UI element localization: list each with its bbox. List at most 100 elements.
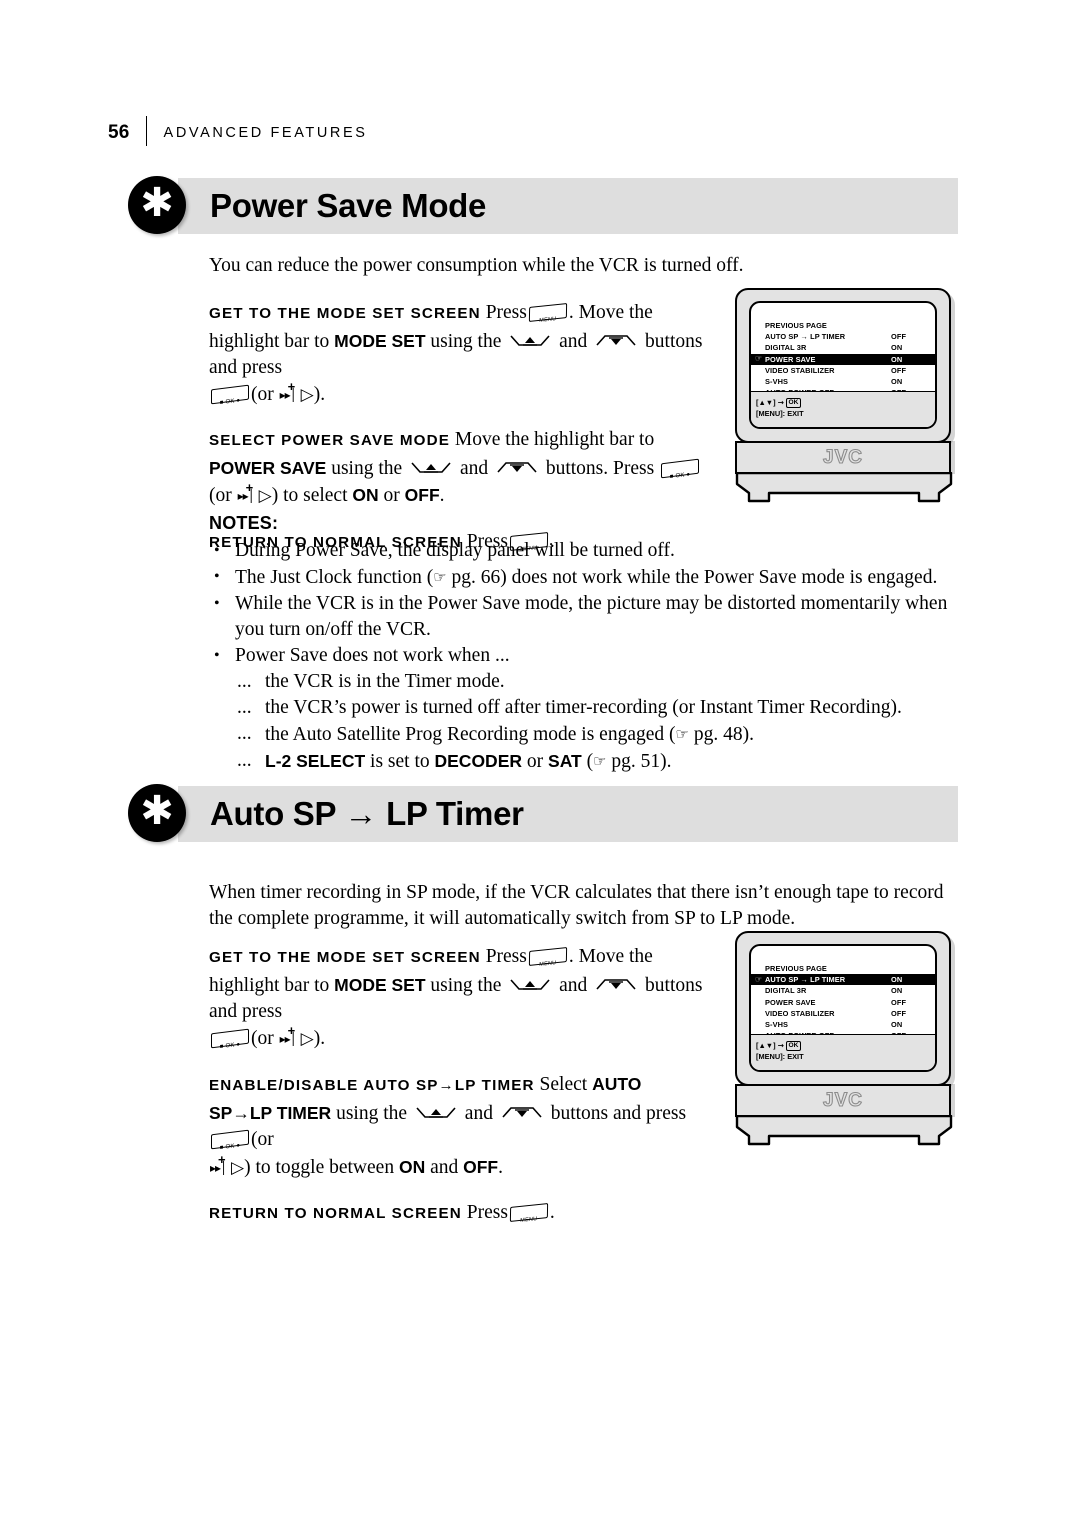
osd-item-label: VIDEO STABILIZER <box>765 365 835 375</box>
jvc-logo: JVC <box>822 1089 863 1111</box>
page-reference: pg. 51 <box>611 751 661 772</box>
step-text: or <box>383 485 400 506</box>
off-term: OFF <box>404 485 440 505</box>
step-text: (or <box>251 1129 274 1150</box>
step-text: using the <box>430 974 502 996</box>
note-subtext-a: the Auto Satellite Prog Recording mode i… <box>265 724 676 745</box>
step-get-to-mode-set-screen: GET TO THE MODE SET SCREEN Press. Move t… <box>209 300 709 408</box>
note-text: The Just Clock function (☞ pg. 66) does … <box>235 564 949 591</box>
step-text: . <box>439 485 445 506</box>
step-text: (or <box>209 485 232 506</box>
osd-row[interactable]: DIGITAL 3R ON <box>751 985 935 996</box>
step-text: and <box>559 330 588 352</box>
osd-row[interactable]: S-VHS ON <box>751 376 935 387</box>
note-subtext: the VCR’s power is turned off after time… <box>265 697 902 718</box>
osd-row[interactable]: PREVIOUS PAGE <box>751 963 935 974</box>
section-name: ADVANCED FEATURES <box>163 125 368 141</box>
asterisk-icon: ✱ <box>140 180 174 226</box>
fast-forward-button-icon <box>210 1153 230 1176</box>
pointing-hand-icon: ☞ <box>433 568 447 586</box>
tv-base: JVC <box>735 1084 951 1117</box>
step-text: and <box>459 457 489 479</box>
on-term: ON <box>352 485 379 505</box>
fast-forward-button-icon <box>238 481 258 504</box>
note-item: • While the VCR is in the Power Save mod… <box>209 591 949 643</box>
ok-key-hint: OK <box>785 1041 801 1051</box>
ok-button-icon <box>661 458 700 478</box>
note-text: While the VCR is in the Power Save mode,… <box>235 593 948 640</box>
ok-button-icon <box>211 1028 249 1048</box>
notes-title: NOTES: <box>209 513 279 533</box>
ok-key-hint: OK <box>785 398 801 408</box>
step-text: and <box>559 974 588 996</box>
step-text: and <box>430 1156 459 1178</box>
note-subtext-b: ). <box>742 724 754 745</box>
note-subitem: ... the VCR’s power is turned off after … <box>209 695 949 721</box>
tv-screen: PREVIOUS PAGE AUTO SP → LP TIMER OFF DIG… <box>749 301 937 429</box>
tv-stand <box>735 1115 953 1146</box>
osd-item-label: DIGITAL 3R <box>765 343 807 353</box>
osd-footer: [▲▼] → OK [MENU]: EXIT <box>751 391 935 427</box>
up-button-icon <box>509 977 551 994</box>
osd-row[interactable]: DIGITAL 3R ON <box>751 342 935 353</box>
osd-row[interactable]: VIDEO STABILIZER OFF <box>751 1008 935 1019</box>
right-arrow-icon: ▷ <box>258 486 272 506</box>
section-badge-auto-sp-lp: ✱ <box>128 784 186 842</box>
osd-item-label: PREVIOUS PAGE <box>765 321 827 331</box>
step-text: . <box>498 1156 503 1178</box>
step-enable-disable-auto-sp-lp-timer: ENABLE/DISABLE AUTO SP→LP TIMER Select A… <box>209 1071 709 1181</box>
right-arrow-icon: ▷ <box>300 1028 314 1049</box>
fast-forward-button-icon <box>280 380 300 403</box>
note-subtext: the VCR is in the Timer mode. <box>265 671 505 692</box>
note-text-b: ) does not work while the Power Save mod… <box>500 567 938 588</box>
step-text: Press <box>485 946 527 967</box>
up-button-icon <box>509 333 551 350</box>
osd-item-value: ON <box>891 377 903 387</box>
arrow-right-icon: → <box>777 398 784 407</box>
osd-row[interactable]: PREVIOUS PAGE <box>751 320 935 331</box>
osd-item-value: OFF <box>891 997 907 1007</box>
osd-item-label: VIDEO STABILIZER <box>765 1008 835 1018</box>
steps-auto-sp-lp: GET TO THE MODE SET SCREEN Press. Move t… <box>209 944 709 1228</box>
osd-row-highlighted[interactable]: ☞ POWER SAVE ON <box>751 353 935 365</box>
down-button-icon <box>501 1105 543 1122</box>
step-text: ). <box>313 383 326 405</box>
step-label: ENABLE/DISABLE AUTO SP→LP TIMER <box>209 1077 535 1094</box>
note-subitem: ... the Auto Satellite Prog Recording mo… <box>209 721 949 748</box>
ok-button-icon <box>211 1129 249 1150</box>
pointing-hand-cursor-icon: ☞ <box>755 354 763 364</box>
step-text: and <box>464 1102 493 1124</box>
osd-row[interactable]: VIDEO STABILIZER OFF <box>751 365 935 376</box>
osd-item-value: OFF <box>891 365 907 375</box>
osd-item-label: AUTO SP → LP TIMER <box>765 975 846 985</box>
tv-body: PREVIOUS PAGE AUTO SP → LP TIMER OFF DIG… <box>735 288 951 443</box>
osd-row[interactable]: AUTO SP → LP TIMER OFF <box>751 331 935 342</box>
header-divider <box>145 116 147 146</box>
mode-set-term: MODE SET <box>334 974 426 995</box>
osd-item-value: ON <box>891 354 903 364</box>
power-save-term: POWER SAVE <box>209 457 327 478</box>
bullet-icon: • <box>214 595 220 612</box>
osd-row[interactable]: S-VHS ON <box>751 1019 935 1030</box>
step-text: Select <box>539 1074 588 1095</box>
ellipsis: ... <box>237 723 252 744</box>
arrows-hint: [▲▼] <box>756 1041 776 1050</box>
osd-row-highlighted[interactable]: ☞ AUTO SP → LP TIMER ON <box>751 974 935 986</box>
osd-row[interactable]: POWER SAVE OFF <box>751 997 935 1008</box>
ellipsis: ... <box>237 671 252 692</box>
step-text: Press <box>485 302 527 323</box>
note-subtext-b: or <box>526 751 544 772</box>
step-text: Move the highlight bar to <box>454 429 655 450</box>
asterisk-icon: ✱ <box>140 788 174 834</box>
tv-base: JVC <box>735 441 951 474</box>
note-text: During Power Save, the display panel wil… <box>235 540 675 561</box>
section-title-auto-sp-lp: Auto SP → LP Timer <box>210 795 524 832</box>
step-text: ). <box>313 1027 326 1049</box>
fast-forward-button-icon <box>280 1024 300 1047</box>
tv-illustration-auto-sp-lp: PREVIOUS PAGE ☞ AUTO SP → LP TIMER ON DI… <box>733 931 961 1146</box>
arrows-hint: [▲▼] <box>756 398 776 407</box>
tv-body: PREVIOUS PAGE ☞ AUTO SP → LP TIMER ON DI… <box>735 931 951 1086</box>
pointing-hand-icon: ☞ <box>675 725 689 743</box>
step-get-to-mode-set-screen: GET TO THE MODE SET SCREEN Press. Move t… <box>209 944 709 1052</box>
osd-item-value: OFF <box>891 332 907 342</box>
